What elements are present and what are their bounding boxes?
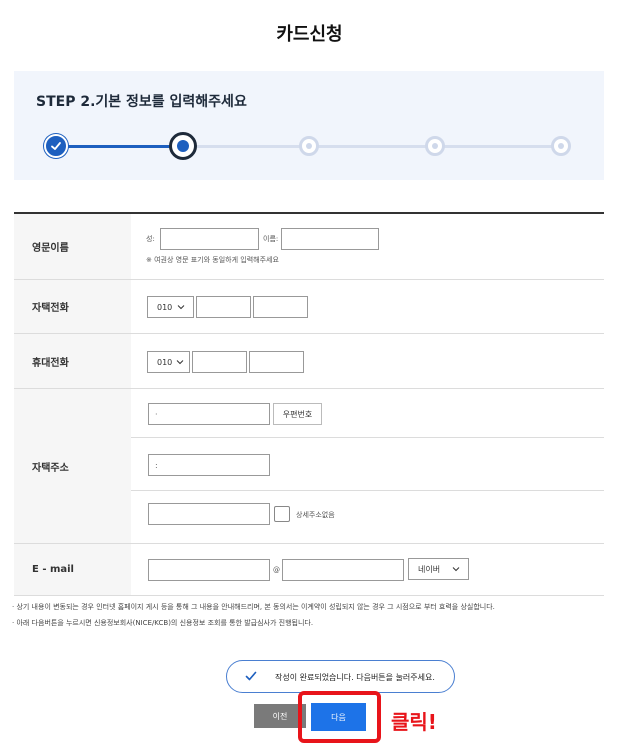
click-annotation: 클릭!: [391, 710, 437, 734]
address-line1-input[interactable]: ·: [148, 403, 270, 425]
mobile-phone-label: 휴대전화: [14, 334, 131, 388]
postal-code-button[interactable]: 우편번호: [273, 403, 322, 425]
address-divider: [131, 490, 604, 491]
email-at-sign: @: [273, 566, 280, 574]
step-title: STEP 2.기본 정보를 입력해주세요: [36, 94, 247, 110]
row-english-name: 영문이름 성: 이름: ※ 여권상 영문 표기와 동일하게 입력해주세요: [14, 214, 604, 280]
home-phone-prefix-value: 010: [157, 302, 173, 312]
notice-text: 상기 내용이 변동되는 경우 인터넷 홈페이지 게시 등을 통해 그 내용을 안…: [16, 603, 495, 611]
chevron-down-icon: [176, 360, 184, 365]
home-phone-last-input[interactable]: [253, 296, 308, 318]
next-button-highlight: [298, 691, 381, 743]
mobile-phone-last-input[interactable]: [249, 351, 304, 373]
email-domain-input[interactable]: [282, 559, 404, 581]
given-name-input[interactable]: [281, 228, 379, 250]
address-detail-input[interactable]: [148, 503, 270, 525]
step-5-dot: [551, 136, 571, 156]
step-2-current-dot: [169, 132, 197, 160]
home-phone-label: 자택전화: [14, 280, 131, 333]
home-address-label: 자택주소: [14, 389, 131, 543]
surname-input[interactable]: [160, 228, 259, 250]
email-domain-select[interactable]: 네이버: [408, 558, 469, 580]
mobile-phone-prefix-select[interactable]: 010: [147, 351, 190, 373]
chevron-down-icon: [177, 305, 185, 310]
notice-item: · 아래 다음버튼을 누르시면 신용정보회사(NICE/KCB)의 신용정보 조…: [12, 619, 314, 627]
step-3-dot: [299, 136, 319, 156]
row-home-address: 자택주소 · 우편번호 : 상세주소없음: [14, 389, 604, 544]
notice-text: 아래 다음버튼을 누르시면 신용정보회사(NICE/KCB)의 신용정보 조회를…: [16, 619, 314, 627]
application-form: 영문이름 성: 이름: ※ 여권상 영문 표기와 동일하게 입력해주세요 자택전…: [14, 212, 604, 596]
row-home-phone: 자택전화 010: [14, 280, 604, 334]
mobile-phone-middle-input[interactable]: [192, 351, 247, 373]
home-phone-prefix-select[interactable]: 010: [147, 296, 194, 318]
page-title: 카드신청: [276, 24, 343, 45]
notice-item: · 상기 내용이 변동되는 경우 인터넷 홈페이지 게시 등을 통해 그 내용을…: [12, 603, 495, 611]
step-4-dot: [425, 136, 445, 156]
mobile-phone-prefix-value: 010: [157, 357, 173, 367]
given-name-label: 이름:: [263, 235, 279, 243]
english-name-label: 영문이름: [14, 214, 131, 279]
step-progress-line-done: [58, 145, 185, 148]
completion-toast: 작성이 완료되었습니다. 다음버튼을 눌러주세요.: [226, 660, 455, 693]
email-label: E - mail: [14, 544, 131, 595]
no-detail-address-label: 상세주소없음: [296, 511, 335, 519]
notice-list: · 상기 내용이 변동되는 경우 인터넷 홈페이지 게시 등을 통해 그 내용을…: [12, 599, 612, 631]
address-divider: [131, 437, 604, 438]
english-name-note: ※ 여권상 영문 표기와 동일하게 입력해주세요: [146, 256, 279, 264]
toast-message: 작성이 완료되었습니다. 다음버튼을 눌러주세요.: [275, 673, 435, 682]
home-phone-middle-input[interactable]: [196, 296, 251, 318]
no-detail-address-checkbox[interactable]: [274, 506, 290, 522]
row-mobile-phone: 휴대전화 010: [14, 334, 604, 389]
chevron-down-icon: [452, 567, 460, 572]
step-progress-line-todo: [185, 145, 563, 148]
email-id-input[interactable]: [148, 559, 270, 581]
email-domain-select-value: 네이버: [418, 564, 441, 574]
surname-label: 성:: [146, 235, 155, 243]
check-icon: [245, 671, 257, 681]
address-line2-input[interactable]: :: [148, 454, 270, 476]
row-email: E - mail @ 네이버: [14, 544, 604, 596]
step-panel: STEP 2.기본 정보를 입력해주세요: [14, 71, 604, 180]
step-1-done-check-icon: [44, 134, 68, 158]
